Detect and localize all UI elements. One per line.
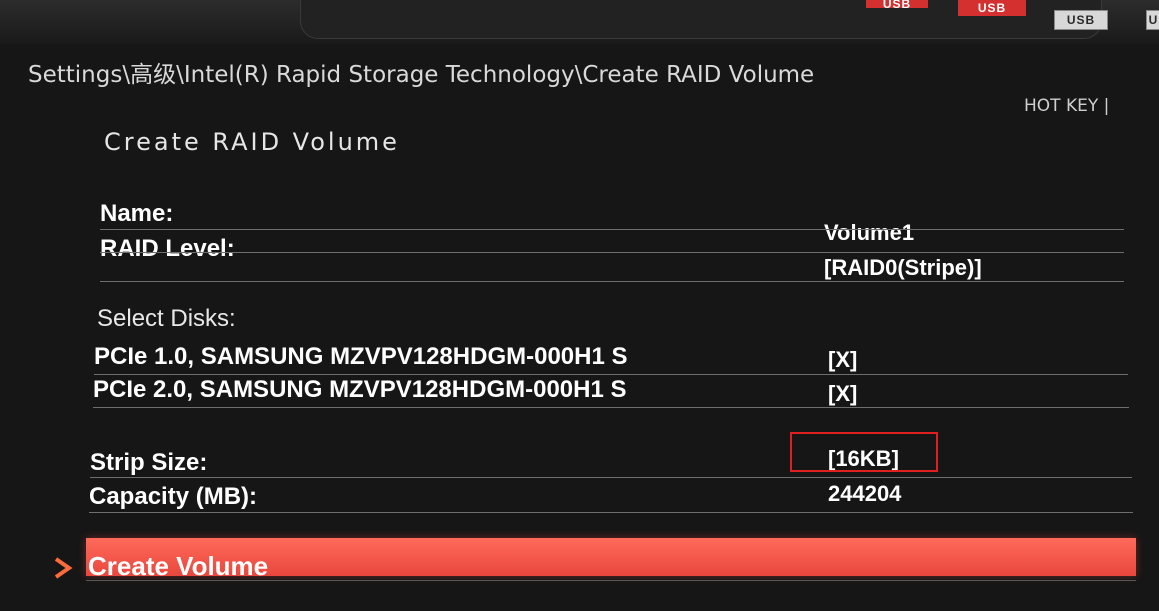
divider (100, 252, 1124, 253)
divider (89, 512, 1133, 513)
create-volume-label[interactable]: Create Volume (88, 551, 268, 582)
capacity-label: Capacity (MB): (89, 483, 258, 510)
chevron-right-icon (52, 556, 74, 584)
capacity-value: 244204 (828, 481, 902, 506)
usb-port-label: USB (866, 0, 928, 8)
disk-checkbox[interactable]: [X] (828, 347, 857, 373)
divider (100, 229, 1124, 230)
usb-port-label: USB (1054, 10, 1108, 30)
raid-level-select[interactable]: [RAID0(Stripe)] (824, 255, 982, 281)
name-field[interactable]: Volume1 (824, 220, 914, 246)
disk-label: PCIe 2.0, SAMSUNG MZVPV128HDGM-000H1 S (93, 376, 627, 403)
select-disks-label: Select Disks: (97, 305, 236, 332)
divider (90, 477, 1132, 478)
disk-label: PCIe 1.0, SAMSUNG MZVPV128HDGM-000H1 S (94, 343, 628, 370)
hotkey-label[interactable]: HOT KEY | (1024, 96, 1109, 116)
divider (93, 407, 1129, 408)
divider (94, 374, 1128, 375)
divider (100, 281, 1124, 282)
usb-port-label: U (1146, 10, 1159, 30)
strip-size-label: Strip Size: (90, 449, 208, 476)
divider (86, 580, 1136, 581)
disk-checkbox[interactable]: [X] (828, 381, 857, 407)
breadcrumb: Settings\高级\Intel(R) Rapid Storage Techn… (28, 62, 815, 88)
highlight-annotation (790, 432, 938, 472)
usb-port-label: USB (958, 0, 1026, 16)
raid-level-label: RAID Level: (100, 235, 235, 262)
name-label: Name: (100, 200, 174, 227)
page-title: Create RAID Volume (104, 128, 400, 156)
